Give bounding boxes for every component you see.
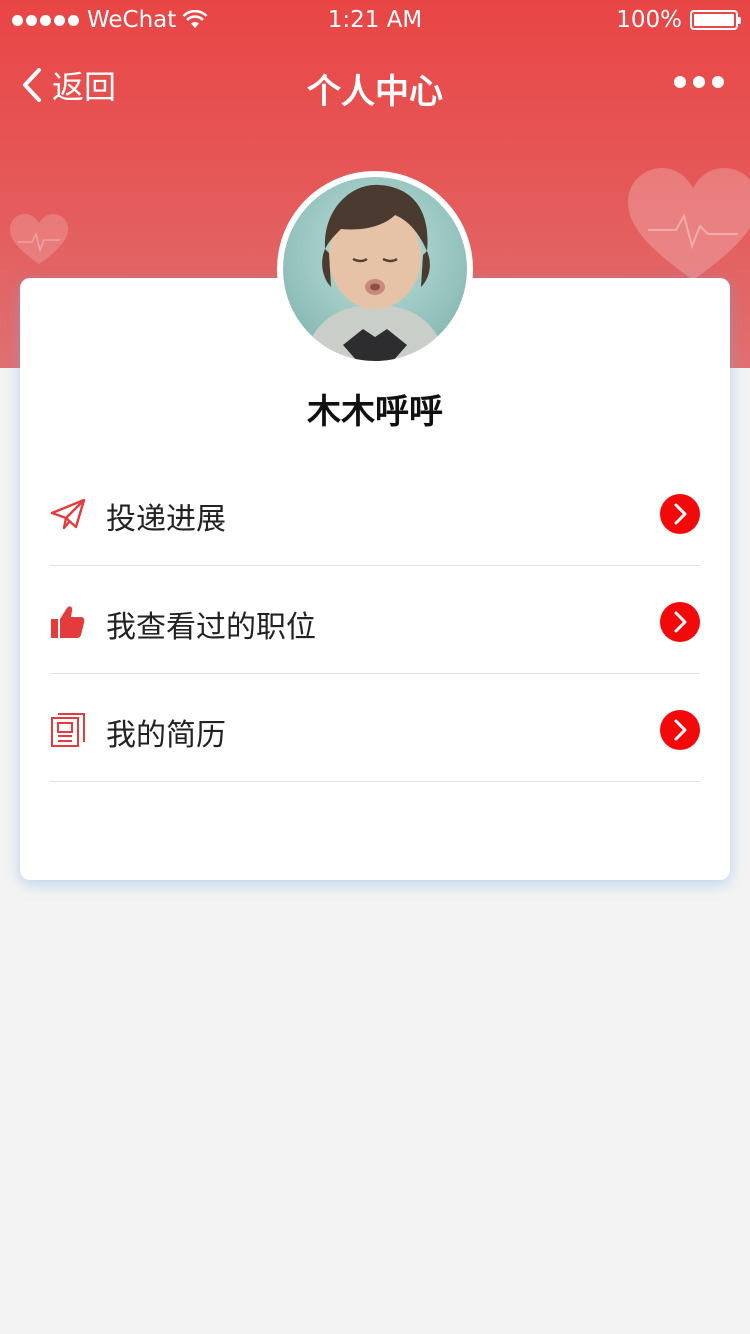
thumbs-up-icon	[51, 606, 85, 638]
menu-item-my-resume[interactable]: 我的简历	[50, 674, 700, 782]
battery-percentage: 100%	[616, 7, 682, 33]
battery-icon	[690, 10, 741, 30]
menu-item-delivery-progress[interactable]: 投递进展	[50, 458, 700, 566]
menu-item-viewed-jobs[interactable]: 我查看过的职位	[50, 566, 700, 674]
menu-item-label: 我查看过的职位	[106, 610, 316, 645]
status-bar: WeChat 1:21 AM 100%	[0, 0, 750, 40]
chevron-right-icon	[660, 494, 700, 534]
more-options-button[interactable]	[674, 76, 724, 88]
navigation-bar: 返回 个人中心	[0, 52, 750, 116]
paper-plane-icon	[50, 498, 86, 530]
resume-icon	[51, 713, 85, 747]
avatar-frame	[277, 171, 473, 367]
avatar[interactable]	[283, 177, 467, 361]
chevron-right-icon	[660, 710, 700, 750]
menu-item-label: 投递进展	[106, 502, 226, 537]
chevron-right-icon	[660, 602, 700, 642]
page-title: 个人中心	[307, 72, 443, 112]
heart-decoration-icon	[628, 168, 750, 280]
heart-decoration-icon	[10, 214, 68, 264]
menu-item-label: 我的简历	[106, 718, 226, 753]
username: 木木呼呼	[307, 392, 443, 432]
